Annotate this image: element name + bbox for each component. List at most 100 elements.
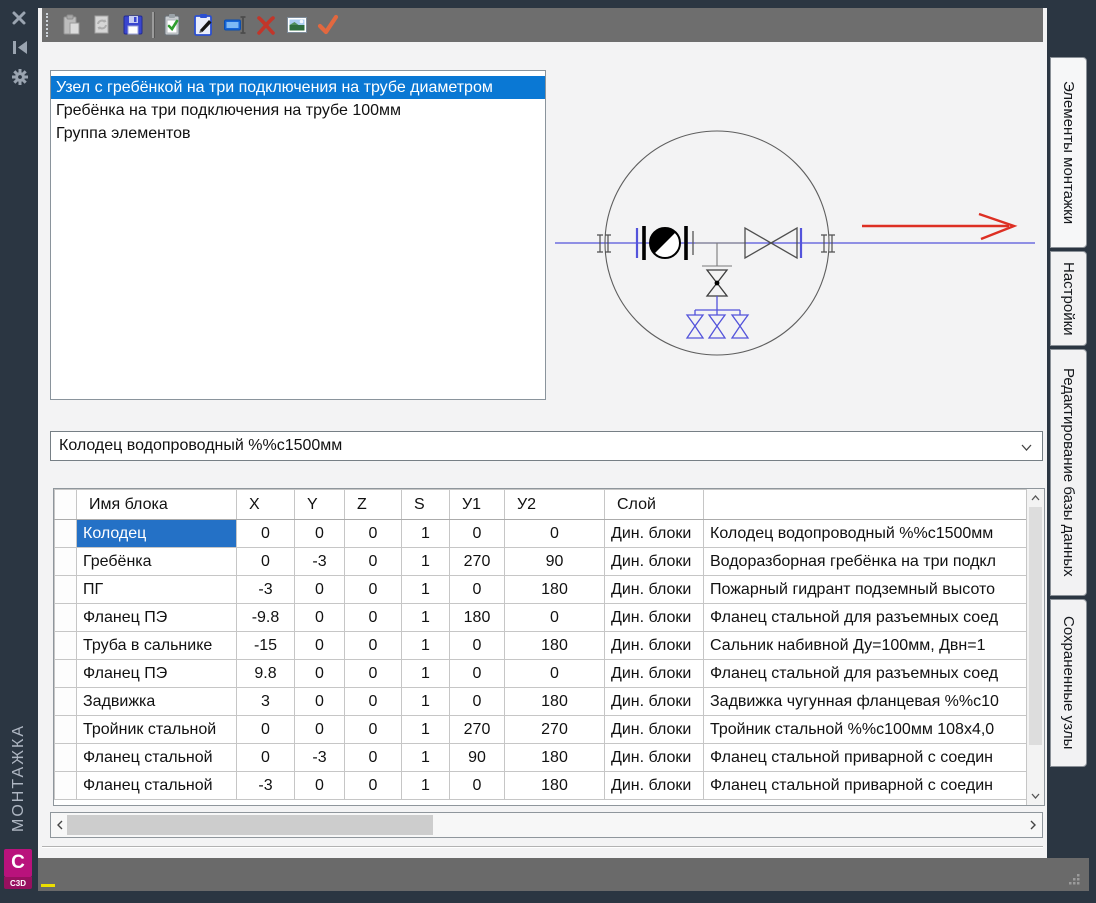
table-cell[interactable]: 0: [450, 688, 505, 716]
row-header-cell[interactable]: [55, 744, 77, 772]
table-cell[interactable]: 180: [505, 688, 605, 716]
table-cell[interactable]: 0: [505, 604, 605, 632]
table-cell[interactable]: 270: [450, 548, 505, 576]
table-cell[interactable]: 0: [295, 632, 345, 660]
table-cell[interactable]: -3: [295, 744, 345, 772]
table-cell[interactable]: 180: [505, 744, 605, 772]
settings-icon[interactable]: [11, 68, 29, 86]
table-cell[interactable]: 0: [450, 632, 505, 660]
table-cell[interactable]: 0: [505, 660, 605, 688]
table-cell[interactable]: 0: [345, 632, 402, 660]
table-cell[interactable]: 0: [450, 660, 505, 688]
paste-icon[interactable]: [58, 12, 84, 38]
node-list-item[interactable]: Гребёнка на три подключения на трубе 100…: [51, 99, 545, 122]
row-header-cell[interactable]: [55, 604, 77, 632]
resize-grip[interactable]: [1067, 872, 1081, 886]
save-icon[interactable]: [120, 12, 146, 38]
table-cell[interactable]: 0: [345, 604, 402, 632]
table-cell[interactable]: 0: [237, 744, 295, 772]
table-cell[interactable]: Тройник стальной %%c100мм 108x4,0: [704, 716, 1030, 744]
table-cell[interactable]: 0: [345, 744, 402, 772]
column-header[interactable]: [55, 490, 77, 520]
table-cell[interactable]: Сальник набивной Ду=100мм, Двн=1: [704, 632, 1030, 660]
delete-icon[interactable]: [253, 12, 279, 38]
row-header-cell[interactable]: [55, 772, 77, 800]
table-cell[interactable]: Задвижка чугунная фланцевая %%c10: [704, 688, 1030, 716]
table-cell[interactable]: 0: [237, 716, 295, 744]
table-cell[interactable]: Дин. блоки: [605, 772, 704, 800]
rename-field-icon[interactable]: [222, 12, 248, 38]
column-header[interactable]: S: [402, 490, 450, 520]
table-cell[interactable]: Фланец стальной: [77, 744, 237, 772]
table-cell[interactable]: -3: [237, 772, 295, 800]
column-header[interactable]: У2: [505, 490, 605, 520]
table-cell[interactable]: 180: [450, 604, 505, 632]
table-cell[interactable]: Дин. блоки: [605, 632, 704, 660]
table-cell[interactable]: 0: [295, 688, 345, 716]
table-cell[interactable]: -3: [237, 576, 295, 604]
table-cell[interactable]: Пожарный гидрант подземный высото: [704, 576, 1030, 604]
tab-saved-nodes[interactable]: Сохраненные узлы: [1050, 599, 1087, 767]
row-header-cell[interactable]: [55, 716, 77, 744]
row-header-cell[interactable]: [55, 548, 77, 576]
checklist-icon[interactable]: [160, 12, 186, 38]
table-cell[interactable]: 1: [402, 688, 450, 716]
collapse-icon[interactable]: [11, 39, 29, 56]
row-header-cell[interactable]: [55, 688, 77, 716]
table-cell[interactable]: Труба в сальнике: [77, 632, 237, 660]
table-cell[interactable]: 180: [505, 772, 605, 800]
table-cell[interactable]: 0: [345, 576, 402, 604]
table-cell[interactable]: 0: [295, 716, 345, 744]
table-cell[interactable]: Фланец стальной приварной с соедин: [704, 772, 1030, 800]
table-cell[interactable]: 0: [295, 520, 345, 548]
table-cell[interactable]: 1: [402, 520, 450, 548]
column-header[interactable]: Имя блока: [77, 490, 237, 520]
table-cell[interactable]: Фланец стальной: [77, 772, 237, 800]
vertical-scroll-thumb[interactable]: [1029, 507, 1042, 745]
tab-database-editing[interactable]: Редактирование базы данных: [1050, 349, 1087, 596]
table-cell[interactable]: 90: [505, 548, 605, 576]
column-header[interactable]: Y: [295, 490, 345, 520]
chevron-down-icon[interactable]: [1021, 444, 1032, 451]
table-cell[interactable]: Дин. блоки: [605, 688, 704, 716]
horizontal-scroll-thumb[interactable]: [67, 815, 433, 835]
table-cell[interactable]: Гребёнка: [77, 548, 237, 576]
table-cell[interactable]: Колодец: [77, 520, 237, 548]
scroll-up-icon[interactable]: [1028, 490, 1043, 506]
row-header-cell[interactable]: [55, 660, 77, 688]
close-icon[interactable]: [11, 10, 27, 26]
image-icon[interactable]: [284, 12, 310, 38]
column-header[interactable]: Слой: [605, 490, 704, 520]
table-cell[interactable]: 0: [345, 716, 402, 744]
table-cell[interactable]: Фланец ПЭ: [77, 660, 237, 688]
scroll-left-icon[interactable]: [53, 817, 67, 833]
table-cell[interactable]: 1: [402, 604, 450, 632]
table-cell[interactable]: Фланец стальной для разъемных соед: [704, 660, 1030, 688]
row-header-cell[interactable]: [55, 520, 77, 548]
reload-icon[interactable]: [89, 12, 115, 38]
table-cell[interactable]: Дин. блоки: [605, 520, 704, 548]
table-cell[interactable]: -15: [237, 632, 295, 660]
table-cell[interactable]: 1: [402, 772, 450, 800]
scroll-down-icon[interactable]: [1028, 788, 1043, 804]
column-header[interactable]: У1: [450, 490, 505, 520]
node-list-item[interactable]: Узел с гребёнкой на три подключения на т…: [51, 76, 545, 99]
column-header[interactable]: [704, 490, 1030, 520]
table-cell[interactable]: 270: [450, 716, 505, 744]
node-list-item[interactable]: Группа элементов: [51, 122, 545, 145]
table-cell[interactable]: 0: [237, 520, 295, 548]
table-cell[interactable]: 0: [345, 772, 402, 800]
table-cell[interactable]: 9.8: [237, 660, 295, 688]
table-cell[interactable]: Дин. блоки: [605, 604, 704, 632]
table-cell[interactable]: 0: [450, 520, 505, 548]
row-header-cell[interactable]: [55, 576, 77, 604]
table-cell[interactable]: 180: [505, 576, 605, 604]
toolbar-grip[interactable]: [46, 13, 53, 37]
scroll-right-icon[interactable]: [1026, 817, 1040, 833]
table-cell[interactable]: 0: [237, 548, 295, 576]
table-cell[interactable]: 1: [402, 744, 450, 772]
table-cell[interactable]: Дин. блоки: [605, 660, 704, 688]
table-cell[interactable]: Дин. блоки: [605, 716, 704, 744]
table-cell[interactable]: Колодец водопроводный %%c1500мм: [704, 520, 1030, 548]
table-cell[interactable]: 0: [345, 660, 402, 688]
